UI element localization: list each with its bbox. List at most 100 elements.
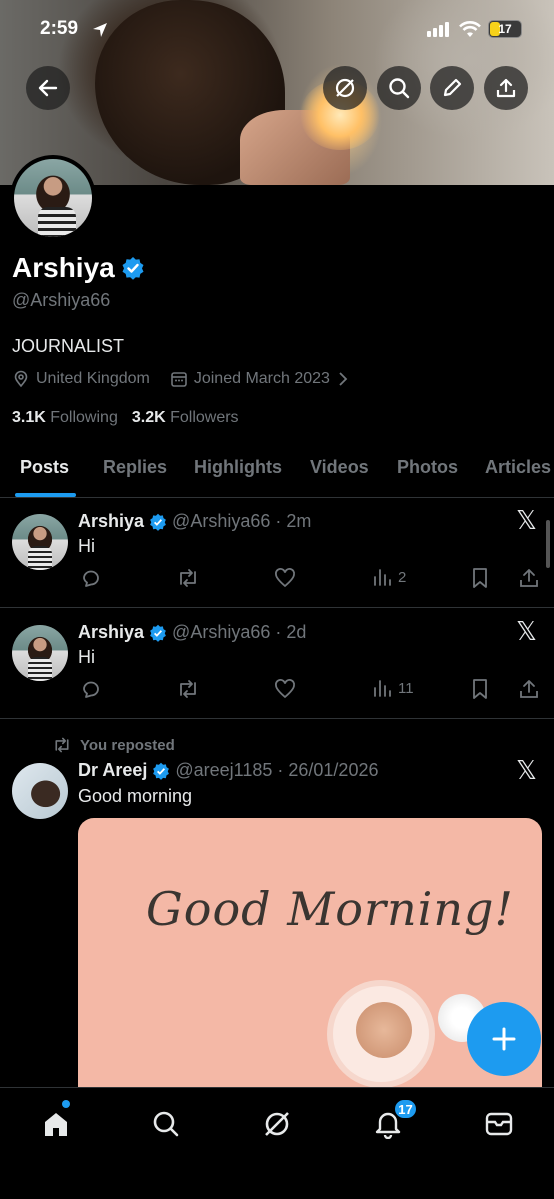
- repost-icon: [55, 737, 69, 753]
- mail-icon: [485, 1112, 513, 1136]
- bookmark-button[interactable]: [470, 567, 490, 589]
- search-icon: [153, 1111, 179, 1137]
- followers-label: Followers: [170, 409, 239, 426]
- post-actions: 2: [78, 567, 548, 591]
- repost-button[interactable]: [176, 678, 200, 700]
- views-button[interactable]: 2: [372, 567, 406, 587]
- followers-count: 3.2K: [131, 409, 166, 426]
- post-dot: ·: [275, 622, 282, 642]
- share-post-button[interactable]: [518, 678, 540, 700]
- x-logo-icon[interactable]: 𝕏: [516, 506, 537, 536]
- post-header-wrap: Dr Areej @areej1185 · 26/01/2026 𝕏 Good …: [0, 720, 554, 806]
- signal-icon: [427, 22, 449, 37]
- profile-joined[interactable]: Joined March 2023: [194, 370, 330, 388]
- share-icon: [520, 680, 538, 698]
- battery-level: 17: [498, 22, 512, 36]
- image-coffee: [356, 1002, 412, 1058]
- post-handle: @Arshiya66: [172, 622, 271, 642]
- post-dot: ·: [277, 760, 284, 780]
- views-chart-icon: [374, 569, 391, 586]
- grok-button[interactable]: [323, 66, 367, 110]
- compose-button[interactable]: [467, 1002, 541, 1076]
- post-text: Hi: [78, 647, 95, 667]
- profile-meta: United Kingdom Joined March 2023: [12, 370, 350, 388]
- edit-button[interactable]: [430, 66, 474, 110]
- post-actions: 11: [78, 678, 548, 702]
- image-caption: Good Morning!: [146, 882, 514, 936]
- reply-button[interactable]: [80, 567, 102, 589]
- following-label: Following: [50, 409, 118, 426]
- share-button[interactable]: [484, 66, 528, 110]
- tab-photos[interactable]: Photos: [397, 457, 458, 478]
- notification-badge: 17: [393, 1098, 418, 1120]
- post-handle: @Arshiya66: [172, 511, 271, 531]
- post-time: 2d: [286, 622, 307, 642]
- reply-icon: [83, 570, 99, 587]
- repost-icon: [180, 569, 196, 587]
- tab-replies[interactable]: Replies: [103, 457, 167, 478]
- x-logo-icon[interactable]: 𝕏: [516, 617, 537, 647]
- views-count: 11: [398, 679, 414, 697]
- x-logo-icon[interactable]: 𝕏: [516, 756, 537, 786]
- like-button[interactable]: [274, 567, 296, 589]
- post-author[interactable]: Dr Areej: [78, 760, 147, 781]
- tab-videos[interactable]: Videos: [310, 457, 369, 478]
- post-author[interactable]: Arshiya: [78, 622, 144, 643]
- views-button[interactable]: 11: [372, 678, 414, 698]
- nav-search[interactable]: [148, 1106, 184, 1142]
- followers-link[interactable]: 3.2K Followers: [132, 409, 239, 427]
- pencil-icon: [443, 78, 462, 97]
- post-item[interactable]: Arshiya @Arshiya66 · 2m 𝕏 Hi 2: [0, 498, 554, 608]
- post-header: Arshiya @Arshiya66 · 2d: [78, 622, 306, 643]
- post-item[interactable]: Arshiya @Arshiya66 · 2d 𝕏 Hi 11: [0, 609, 554, 719]
- reply-button[interactable]: [80, 678, 102, 700]
- profile-location: United Kingdom: [36, 370, 150, 387]
- views-count: 2: [398, 568, 407, 586]
- verified-badge-icon: [122, 257, 144, 280]
- grok-icon: [335, 78, 355, 98]
- share-post-button[interactable]: [518, 567, 540, 589]
- views-chart-icon: [374, 680, 391, 697]
- verified-badge-icon: [153, 762, 170, 780]
- post-text: Hi: [78, 536, 95, 556]
- bookmark-icon: [473, 679, 487, 699]
- post-avatar[interactable]: [12, 514, 68, 570]
- repost-button[interactable]: [176, 567, 200, 589]
- profile-bio: JOURNALIST: [12, 336, 125, 356]
- post-avatar[interactable]: [12, 763, 68, 819]
- nav-home[interactable]: [38, 1106, 74, 1142]
- post-handle: @areej1185: [175, 760, 273, 780]
- post-time: 26/01/2026: [288, 760, 379, 780]
- back-button[interactable]: [26, 66, 70, 110]
- post-author[interactable]: Arshiya: [78, 511, 144, 532]
- repost-label: You reposted: [80, 736, 175, 754]
- share-icon: [496, 78, 516, 98]
- following-link[interactable]: 3.1K Following: [12, 409, 118, 427]
- nav-grok[interactable]: [259, 1106, 295, 1142]
- chevron-right-icon: [339, 372, 348, 386]
- profile-avatar[interactable]: [10, 155, 96, 241]
- arrow-left-icon: [38, 79, 58, 97]
- grok-icon: [265, 1112, 289, 1136]
- repost-indicator: You reposted: [52, 736, 175, 754]
- post-time: 2m: [286, 511, 312, 531]
- post-header: Arshiya @Arshiya66 · 2m: [78, 511, 311, 532]
- post-avatar[interactable]: [12, 625, 68, 681]
- post-dot: ·: [275, 511, 282, 531]
- search-button[interactable]: [377, 66, 421, 110]
- verified-badge-icon: [150, 624, 166, 642]
- reply-icon: [83, 681, 99, 698]
- plus-icon: [492, 1027, 516, 1051]
- like-button[interactable]: [274, 678, 296, 700]
- verified-badge-icon: [150, 513, 166, 531]
- tab-posts[interactable]: Posts: [20, 457, 69, 478]
- tab-highlights[interactable]: Highlights: [194, 457, 282, 478]
- tab-articles[interactable]: Articles: [485, 457, 551, 478]
- search-icon: [389, 78, 410, 99]
- bookmark-icon: [473, 568, 487, 588]
- bookmark-button[interactable]: [470, 678, 490, 700]
- profile-handle: @Arshiya66: [12, 290, 111, 310]
- nav-messages[interactable]: [481, 1106, 517, 1142]
- calendar-icon: [171, 372, 187, 387]
- status-time: 2:59: [40, 18, 79, 39]
